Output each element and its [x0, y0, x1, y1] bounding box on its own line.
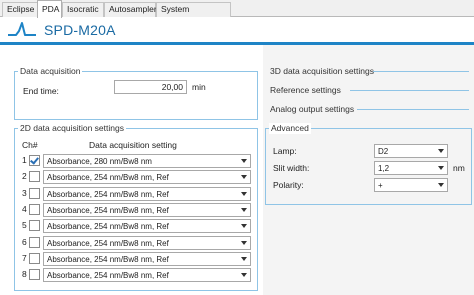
- channel-number: 1: [22, 155, 27, 165]
- channel-checkbox[interactable]: [29, 237, 40, 248]
- module-title: SPD-M20A: [44, 22, 116, 38]
- column-header-channel: Ch#: [22, 140, 38, 150]
- channel-number: 3: [22, 188, 27, 198]
- advanced-title: Advanced: [269, 123, 311, 134]
- channel-setting-select[interactable]: Absorbance, 254 nm/Bw8 nm, Ref: [43, 252, 251, 266]
- channel-setting-select[interactable]: Absorbance, 254 nm/Bw8 nm, Ref: [43, 187, 251, 201]
- channel-setting-value: Absorbance, 254 nm/Bw8 nm, Ref: [47, 255, 169, 264]
- channel-setting-value: Absorbance, 254 nm/Bw8 nm, Ref: [47, 271, 169, 280]
- channel-setting-select[interactable]: Absorbance, 254 nm/Bw8 nm, Ref: [43, 268, 251, 282]
- channel-setting-value: Absorbance, 254 nm/Bw8 nm, Ref: [47, 239, 169, 248]
- reference-divider: [350, 90, 469, 91]
- channel-checkbox[interactable]: [29, 204, 40, 215]
- lamp-value: D2: [378, 147, 389, 156]
- waveform-logo-icon: [8, 22, 36, 36]
- channel-checkbox[interactable]: [29, 269, 40, 280]
- channel-setting-select[interactable]: Absorbance, 280 nm/Bw8 nm: [43, 154, 251, 168]
- tab-pda[interactable]: PDA: [37, 0, 62, 18]
- chevron-down-icon: [241, 208, 247, 212]
- end-time-unit: min: [192, 82, 206, 92]
- channel-number: 7: [22, 253, 27, 263]
- channel-setting-select[interactable]: Absorbance, 254 nm/Bw8 nm, Ref: [43, 203, 251, 217]
- end-time-input[interactable]: 20,00: [114, 80, 187, 94]
- channel-setting-value: Absorbance, 254 nm/Bw8 nm, Ref: [47, 206, 169, 215]
- channel-number: 4: [22, 204, 27, 214]
- channel-setting-value: Absorbance, 280 nm/Bw8 nm: [47, 157, 152, 166]
- channel-setting-value: Absorbance, 254 nm/Bw8 nm, Ref: [47, 222, 169, 231]
- chevron-down-icon: [241, 175, 247, 179]
- lamp-label: Lamp:: [273, 146, 297, 156]
- acq-3d-divider: [373, 71, 469, 72]
- polarity-value: +: [378, 181, 383, 190]
- reference-section-title[interactable]: Reference settings: [270, 85, 341, 96]
- channel-setting-select[interactable]: Absorbance, 254 nm/Bw8 nm, Ref: [43, 170, 251, 184]
- tab-system-controller[interactable]: System Controller: [156, 2, 231, 27]
- channel-checkbox[interactable]: [29, 253, 40, 264]
- channel-number: 5: [22, 220, 27, 230]
- analog-section-title[interactable]: Analog output settings: [270, 104, 354, 115]
- module-banner: SPD-M20A: [0, 17, 474, 42]
- slit-width-select[interactable]: 1,2: [374, 161, 448, 175]
- channel-number: 2: [22, 171, 27, 181]
- data-acquisition-title: Data acquisition: [18, 66, 83, 77]
- chevron-down-icon: [241, 159, 247, 163]
- tab-autosampler[interactable]: Autosampler: [104, 2, 157, 17]
- analog-divider: [357, 109, 469, 110]
- tab-bar: Eclipse PDA Isocratic Autosampler System…: [0, 0, 474, 27]
- chevron-down-icon: [241, 224, 247, 228]
- chevron-down-icon: [438, 166, 444, 170]
- channel-setting-select[interactable]: Absorbance, 254 nm/Bw8 nm, Ref: [43, 236, 251, 250]
- chevron-down-icon: [241, 192, 247, 196]
- slit-width-value: 1,2: [378, 164, 390, 173]
- tab-eclipse[interactable]: Eclipse: [2, 2, 38, 17]
- lamp-select[interactable]: D2: [374, 144, 448, 158]
- end-time-label: End time:: [23, 86, 59, 96]
- polarity-select[interactable]: +: [374, 178, 448, 192]
- channel-setting-value: Absorbance, 254 nm/Bw8 nm, Ref: [47, 173, 169, 182]
- channel-checkbox[interactable]: [29, 220, 40, 231]
- channel-number: 6: [22, 237, 27, 247]
- chevron-down-icon: [241, 241, 247, 245]
- column-header-setting: Data acquisition setting: [89, 140, 177, 150]
- tab-isocratic[interactable]: Isocratic: [62, 2, 104, 17]
- channel-setting-select[interactable]: Absorbance, 254 nm/Bw8 nm, Ref: [43, 219, 251, 233]
- checkmark-icon: [30, 155, 39, 165]
- channel-checkbox[interactable]: [29, 171, 40, 182]
- channel-checkbox[interactable]: [29, 155, 40, 166]
- slit-width-unit: nm: [453, 163, 465, 173]
- slit-width-label: Slit width:: [273, 163, 310, 173]
- chevron-down-icon: [241, 273, 247, 277]
- channel-number: 8: [22, 269, 27, 279]
- acq-3d-section-title[interactable]: 3D data acquisition settings: [270, 66, 374, 77]
- channel-checkbox[interactable]: [29, 188, 40, 199]
- channel-setting-value: Absorbance, 254 nm/Bw8 nm, Ref: [47, 190, 169, 199]
- acq-2d-title: 2D data acquisition settings: [18, 123, 126, 134]
- chevron-down-icon: [438, 183, 444, 187]
- chevron-down-icon: [438, 149, 444, 153]
- polarity-label: Polarity:: [273, 180, 304, 190]
- chevron-down-icon: [241, 257, 247, 261]
